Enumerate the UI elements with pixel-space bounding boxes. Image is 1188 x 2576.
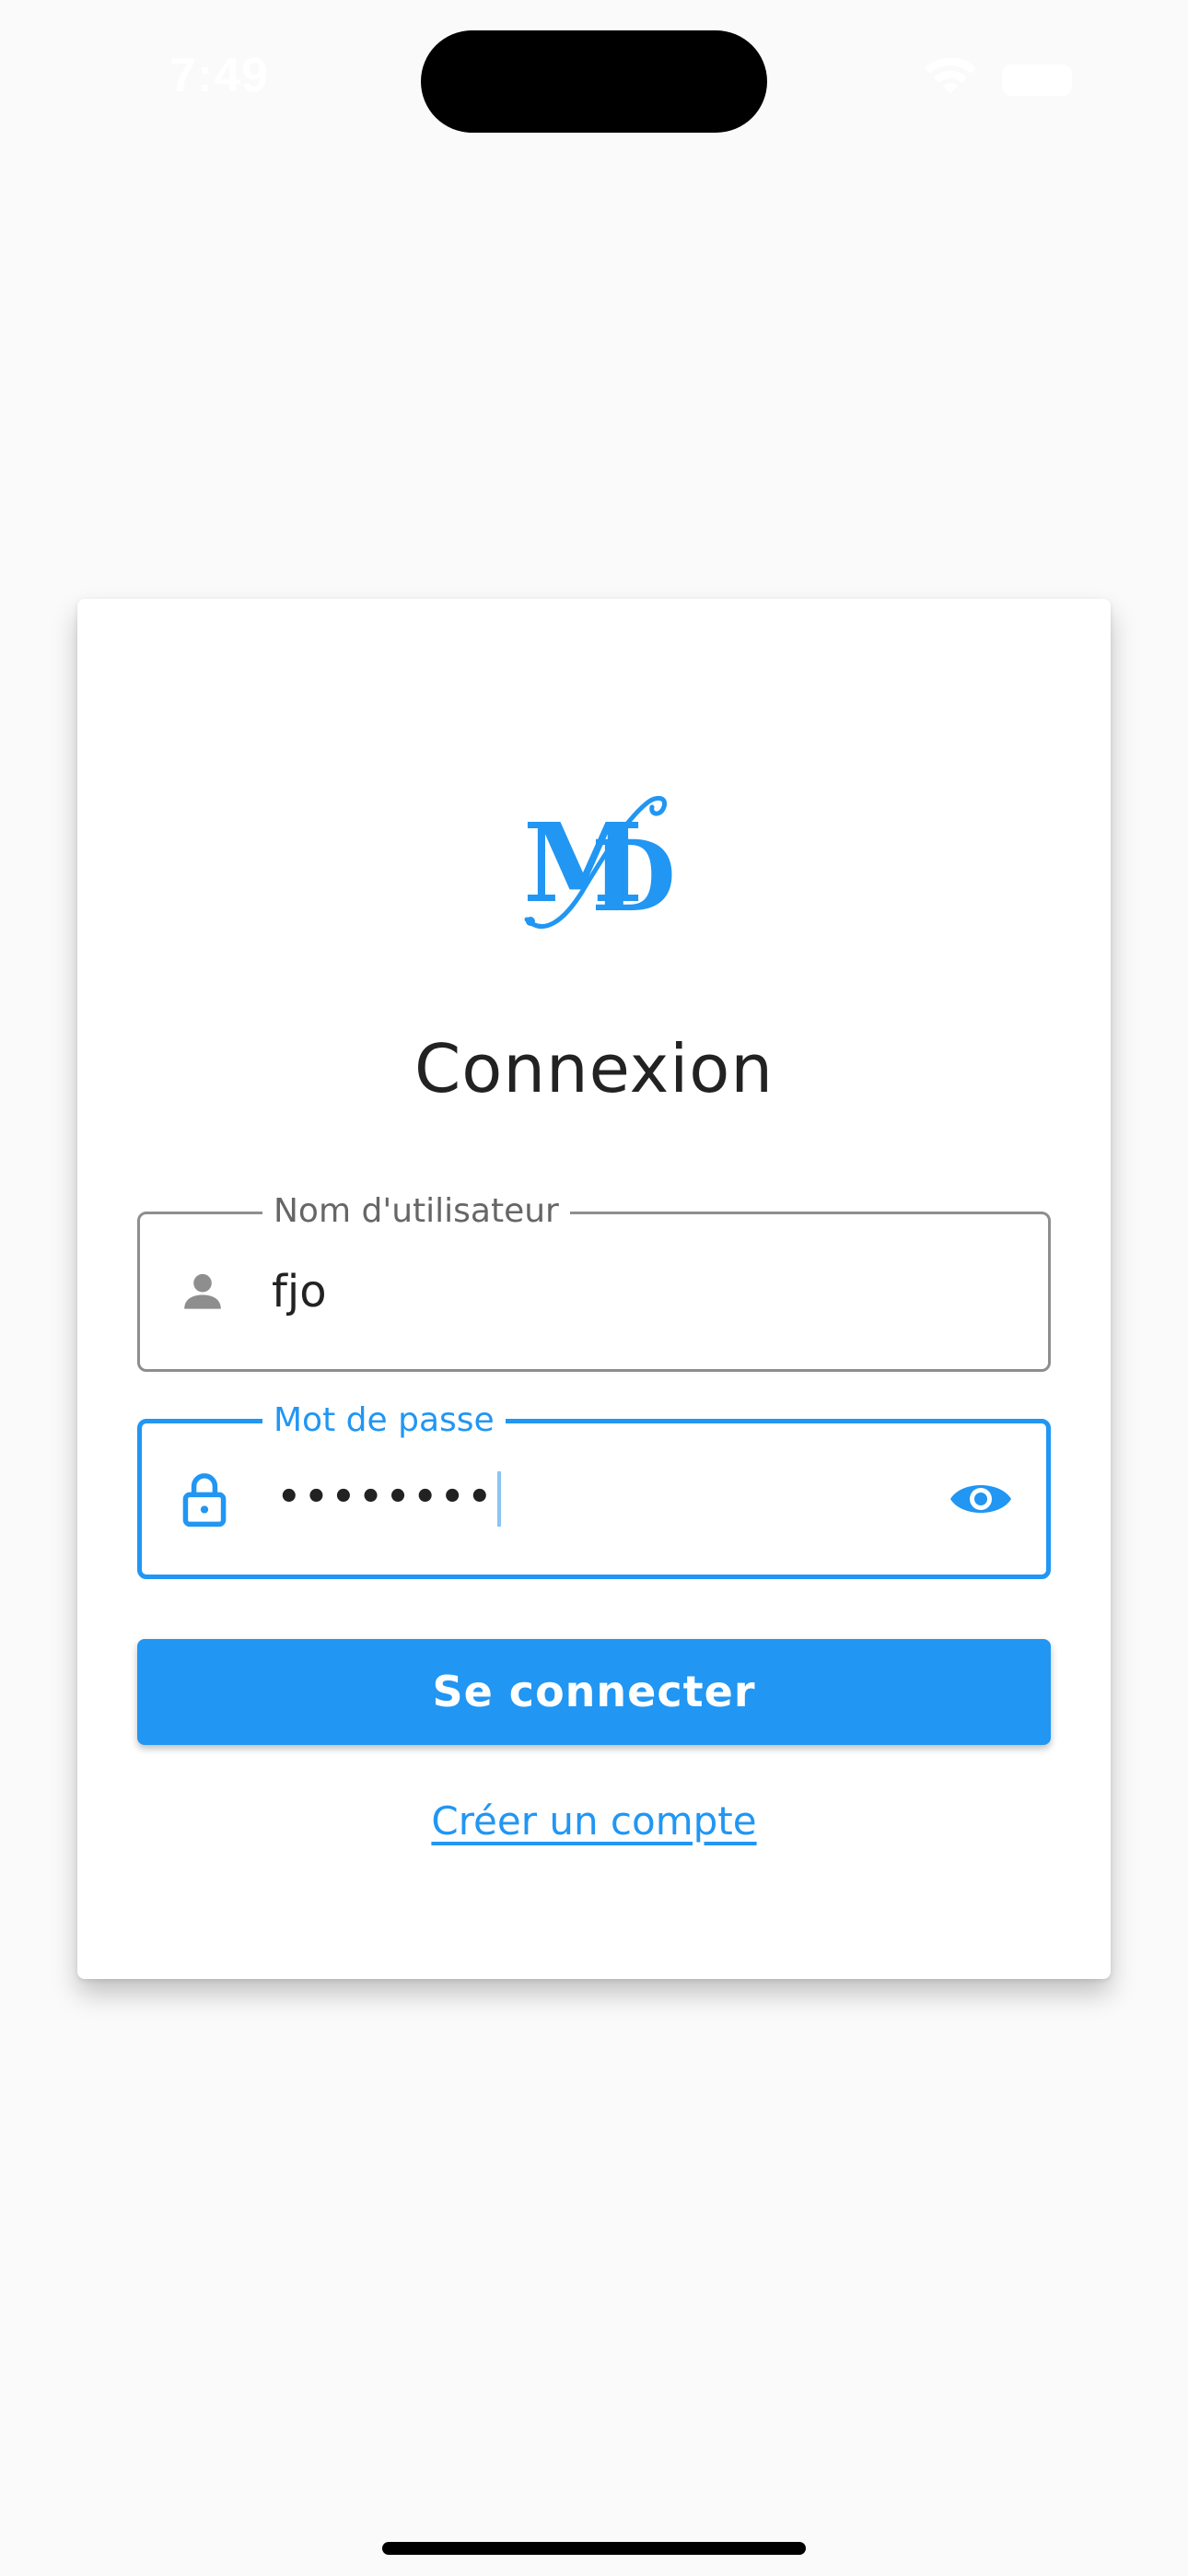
password-label: Mot de passe (262, 1400, 506, 1441)
username-field[interactable]: Nom d'utilisateur fjo (137, 1191, 1051, 1372)
battery-icon (1002, 64, 1072, 96)
page-title: Connexion (414, 1030, 774, 1107)
eye-icon[interactable] (949, 1476, 1013, 1522)
wifi-icon (925, 57, 976, 94)
lock-icon (182, 1473, 227, 1528)
password-input[interactable]: •••••••• (277, 1471, 501, 1527)
md-logo: M D (523, 795, 676, 933)
svg-text:D: D (591, 818, 676, 933)
username-label: Nom d'utilisateur (262, 1191, 570, 1232)
password-field[interactable]: Mot de passe •••••••• (137, 1400, 1051, 1579)
login-button[interactable]: Se connecter (137, 1639, 1051, 1745)
username-input[interactable]: fjo (272, 1266, 327, 1317)
dynamic-island (421, 30, 767, 133)
password-mask: •••••••• (277, 1476, 495, 1518)
home-indicator[interactable] (382, 2542, 806, 2555)
text-cursor (496, 1471, 501, 1527)
create-account-link[interactable]: Créer un compte (0, 1798, 1188, 1844)
person-icon (184, 1273, 221, 1309)
status-time: 7:49 (169, 49, 270, 102)
